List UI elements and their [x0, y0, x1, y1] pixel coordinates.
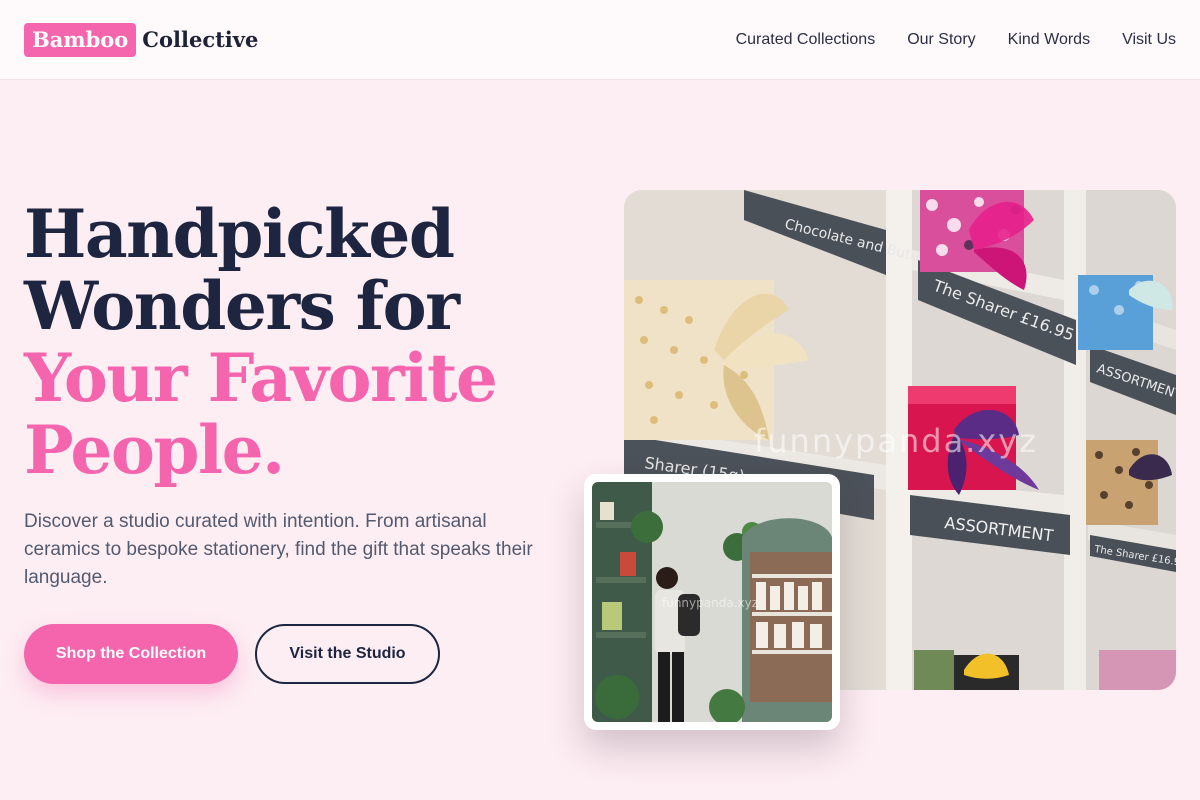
- nav-link-kind-words[interactable]: Kind Words: [1008, 31, 1090, 49]
- hero-title: Handpicked Wonders for Your Favorite Peo…: [24, 195, 498, 489]
- nav-link-curated-collections[interactable]: Curated Collections: [736, 31, 876, 49]
- logo-wordmark: Collective: [142, 27, 259, 52]
- hero-photo-watermark: funnypanda.xyz: [754, 422, 1039, 460]
- hero-title-line-1: Handpicked: [24, 195, 455, 273]
- hero-description: Discover a studio curated with intention…: [24, 511, 533, 588]
- hero-title-line-3: Your Favorite: [24, 339, 498, 417]
- site-header: Bamboo Collective Curated Collections Ou…: [0, 0, 1200, 80]
- hero-title-line-2: Wonders for: [24, 267, 460, 345]
- hero-title-line-4: People.: [24, 411, 285, 489]
- nav-link-our-story[interactable]: Our Story: [907, 31, 975, 49]
- main-nav: Curated Collections Our Story Kind Words…: [704, 31, 1176, 49]
- shop-collection-button[interactable]: Shop the Collection: [24, 624, 238, 684]
- inset-photo-watermark: funnypanda.xyz: [662, 596, 759, 610]
- nav-link-visit-us[interactable]: Visit Us: [1122, 31, 1176, 49]
- inset-photo: funnypanda.xyz: [592, 482, 832, 722]
- logo[interactable]: Bamboo Collective: [24, 22, 259, 57]
- logo-mark: Bamboo: [24, 22, 137, 57]
- inset-photo-card: funnypanda.xyz: [584, 474, 840, 730]
- visit-studio-button[interactable]: Visit the Studio: [255, 624, 440, 684]
